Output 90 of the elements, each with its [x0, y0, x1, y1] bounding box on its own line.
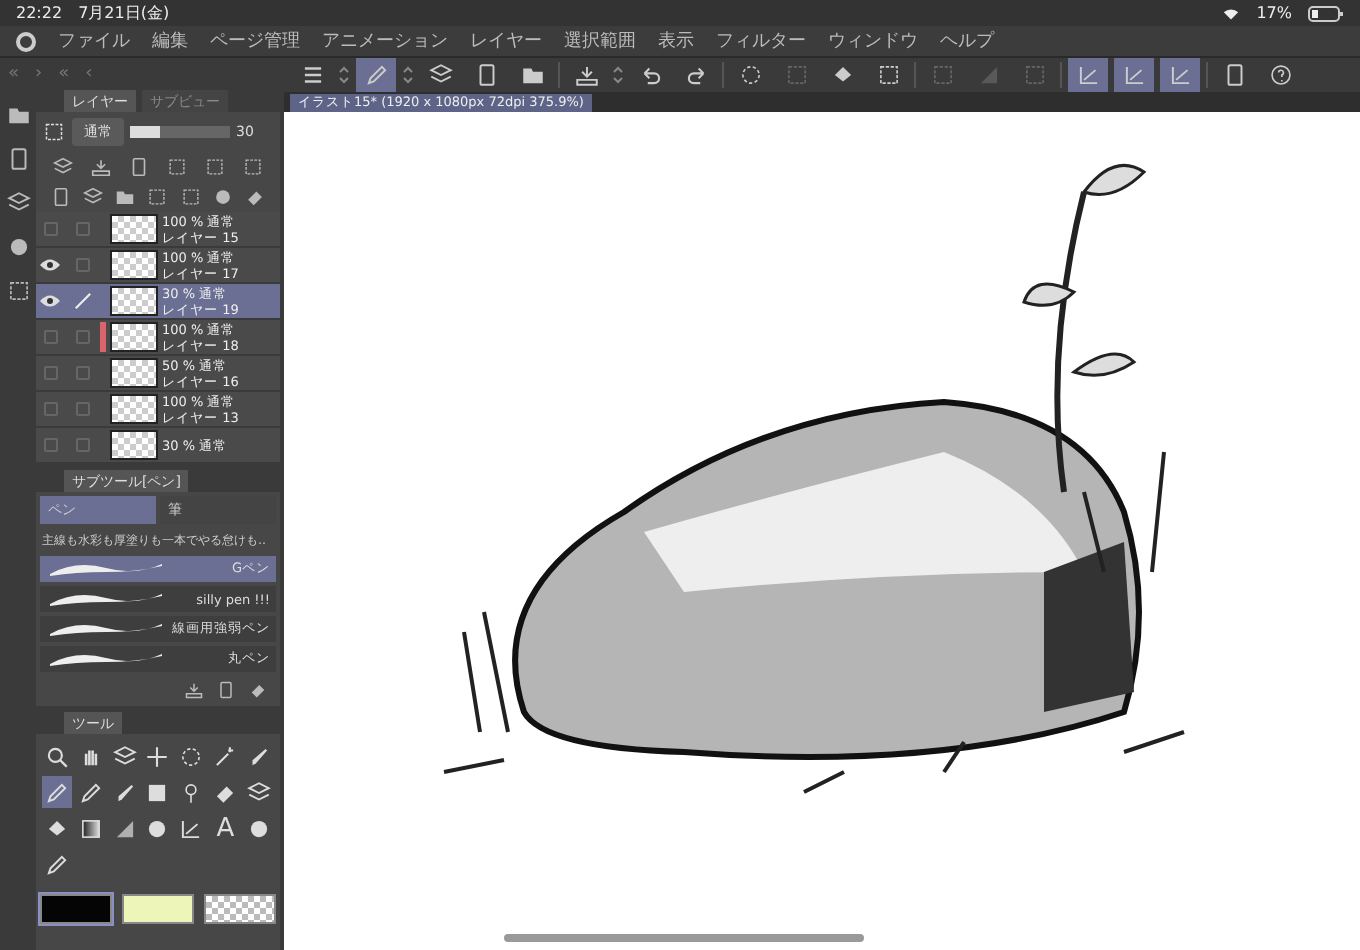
- app-logo-icon[interactable]: [16, 31, 36, 51]
- toolbar-button[interactable]: [1160, 58, 1200, 92]
- tray-icon: [573, 62, 599, 88]
- visibility-toggle[interactable]: [43, 438, 57, 452]
- square-icon: [146, 186, 169, 208]
- brush-stroke-icon: [46, 560, 166, 578]
- eraser-icon: [248, 680, 268, 700]
- menu-item[interactable]: 選択範囲: [564, 28, 636, 54]
- square-icon: [1021, 62, 1047, 88]
- eye-icon[interactable]: [40, 258, 60, 272]
- menu-icon: [299, 62, 325, 88]
- stepper-icon[interactable]: [402, 64, 414, 86]
- layer-thumbnail: [110, 430, 158, 460]
- stepper-icon[interactable]: [612, 64, 624, 86]
- visibility-toggle[interactable]: [43, 330, 57, 344]
- edit-toggle[interactable]: [75, 330, 89, 344]
- line-icon: [43, 851, 70, 877]
- layer-icon: [5, 190, 31, 216]
- gradient-icon: [77, 815, 104, 841]
- layer-icon: [427, 62, 453, 88]
- square-icon: [783, 62, 809, 88]
- layer-thumbnail: [110, 394, 158, 424]
- document-icon: [49, 186, 72, 208]
- toolbar-button[interactable]: [1114, 58, 1154, 92]
- menu-item[interactable]: 表示: [658, 28, 694, 54]
- tray-icon: [90, 156, 112, 178]
- layer-thumbnail: [110, 358, 158, 388]
- date-text: 7月21日(金): [78, 2, 170, 24]
- color-swatch[interactable]: [122, 894, 194, 924]
- pen-icon: [363, 62, 389, 88]
- eraser-icon: [244, 186, 267, 208]
- menu-item[interactable]: ページ管理: [210, 28, 300, 54]
- menu-item[interactable]: レイヤー: [470, 28, 542, 54]
- layer-icon: [52, 156, 74, 178]
- visibility-toggle[interactable]: [43, 366, 57, 380]
- clock-time: 22:22: [16, 4, 63, 22]
- move-icon: [144, 743, 171, 769]
- layer-thumbnail: [110, 322, 158, 352]
- brush-stroke-icon: [46, 620, 166, 638]
- tray-icon: [184, 680, 204, 700]
- wifi-icon: [1222, 5, 1241, 21]
- color-swatch[interactable]: [40, 894, 112, 924]
- opacity-slider[interactable]: [130, 126, 230, 138]
- layer-icon: [81, 186, 104, 208]
- document-icon: [128, 156, 150, 178]
- eye-icon[interactable]: [40, 294, 60, 308]
- selection-icon: [737, 62, 763, 88]
- square-icon: [204, 156, 226, 178]
- layer-thumbnail: [110, 286, 158, 316]
- edit-toggle[interactable]: [75, 438, 89, 452]
- toolbar-button[interactable]: [356, 58, 396, 92]
- square-icon: [42, 120, 66, 144]
- tool-button[interactable]: [42, 776, 72, 808]
- ruler-icon: [1121, 62, 1147, 88]
- menu-item[interactable]: ウィンドウ: [828, 28, 918, 54]
- menu-item[interactable]: ファイル: [58, 28, 130, 54]
- menu-item[interactable]: 編集: [152, 28, 188, 54]
- menu-item[interactable]: アニメーション: [322, 28, 448, 54]
- pen-icon: [43, 779, 70, 805]
- square-icon: [242, 156, 264, 178]
- menu-item[interactable]: ヘルプ: [940, 28, 994, 54]
- battery-percent: 17%: [1256, 4, 1292, 22]
- ruler-icon: [1075, 62, 1101, 88]
- magic-wand-icon: [212, 743, 239, 769]
- document-icon: [216, 680, 236, 700]
- folder-icon: [114, 186, 137, 208]
- edit-toggle[interactable]: [75, 402, 89, 416]
- menu-item[interactable]: フィルター: [716, 28, 806, 54]
- stepper-icon[interactable]: [338, 64, 350, 86]
- tool-button[interactable]: A: [210, 812, 241, 844]
- layer-thumbnail: [110, 250, 158, 280]
- battery-icon: [1308, 5, 1344, 21]
- ruler-icon: [1167, 62, 1193, 88]
- brush-stroke-icon: [46, 590, 166, 608]
- visibility-toggle[interactable]: [43, 402, 57, 416]
- edit-toggle[interactable]: [75, 222, 89, 236]
- redo-icon: [683, 62, 709, 88]
- pencil-icon: [77, 779, 104, 805]
- brush-stroke-icon: [46, 650, 166, 668]
- help-icon: [1267, 62, 1293, 88]
- ruler-icon: [178, 815, 205, 841]
- edit-toggle[interactable]: [75, 366, 89, 380]
- search-icon: [43, 743, 70, 769]
- layer-thumbnail: [110, 214, 158, 244]
- lasso-icon: [178, 743, 205, 769]
- visibility-toggle[interactable]: [43, 222, 57, 236]
- edit-toggle[interactable]: [75, 258, 89, 272]
- square-icon: [179, 186, 202, 208]
- transparent-swatch[interactable]: [204, 894, 276, 924]
- toolbar-button[interactable]: [1068, 58, 1108, 92]
